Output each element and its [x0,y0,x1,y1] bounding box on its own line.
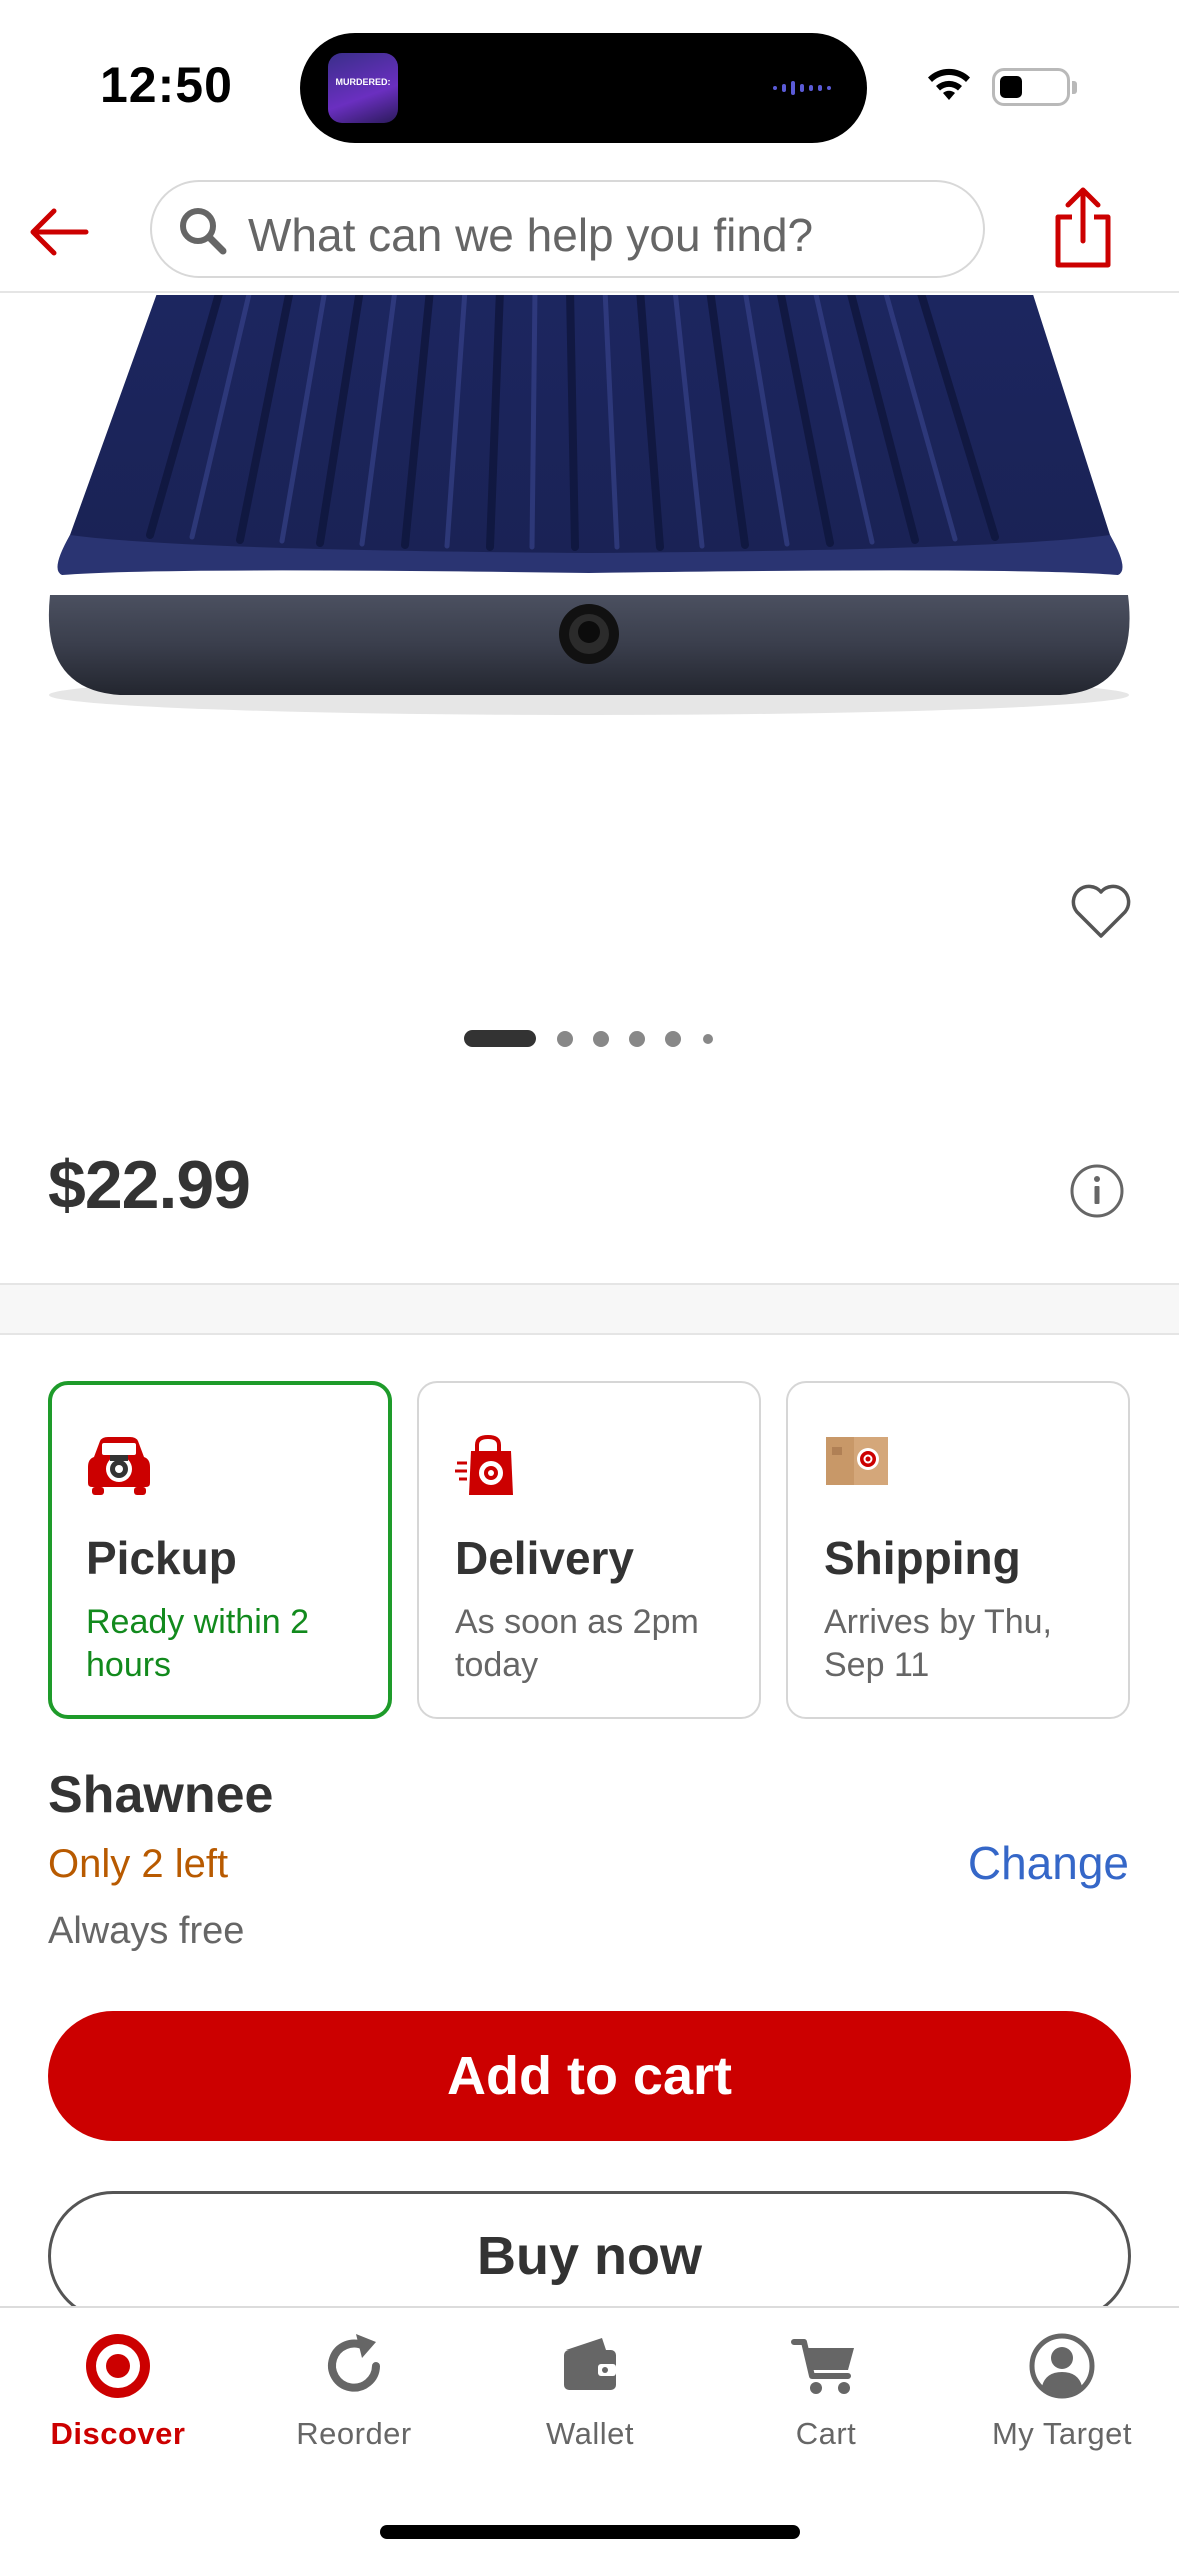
status-bar: 12:50 MURDERED: [0,0,1179,175]
stock-status: Only 2 left [48,1842,229,1886]
tab-reorder[interactable]: Reorder [236,2308,472,2458]
info-icon[interactable] [1068,1162,1126,1220]
carousel-dot[interactable] [703,1034,713,1044]
buy-now-button[interactable]: Buy now [48,2191,1131,2321]
live-activity-artwork: MURDERED: [328,53,398,123]
bottom-tab-bar: Discover Reorder Wallet Cart My Target [0,2306,1179,2556]
fulfillment-option-delivery[interactable]: Delivery As soon as 2pm today [417,1381,761,1719]
store-name: Shawnee [48,1766,274,1824]
dynamic-island[interactable]: MURDERED: [300,33,867,143]
back-arrow-icon[interactable] [24,197,94,267]
option-subtitle: Ready within 2 hours [86,1603,310,1684]
section-divider [0,1283,1179,1335]
account-icon [1029,2333,1095,2399]
audio-waveform-icon [773,81,831,95]
search-placeholder: What can we help you find? [248,209,814,261]
carousel-dot[interactable] [629,1031,645,1047]
top-nav: What can we help you find? [0,175,1179,293]
product-price: $22.99 [48,1147,251,1223]
option-title: Pickup [86,1532,237,1584]
home-indicator[interactable] [380,2525,800,2539]
wifi-icon [928,68,970,100]
cart-icon [791,2339,854,2394]
target-bullseye-icon [86,2334,150,2398]
carousel-dot[interactable] [665,1031,681,1047]
option-title: Shipping [824,1532,1021,1584]
carousel-dot-active[interactable] [464,1030,536,1047]
tab-label: Cart [795,2416,857,2451]
carousel-dot[interactable] [593,1031,609,1047]
search-icon [180,208,227,255]
tab-label: Discover [50,2416,186,2451]
reorder-icon [328,2334,380,2392]
option-title: Delivery [455,1532,635,1584]
battery-icon [992,68,1077,106]
live-activity-art-text: MURDERED: [335,77,391,87]
tab-wallet[interactable]: Wallet [472,2308,708,2458]
wallet-icon [564,2338,616,2390]
tab-cart[interactable]: Cart [708,2308,944,2458]
favorite-heart-icon[interactable] [1068,880,1134,940]
fulfillment-option-shipping[interactable]: Shipping Arrives by Thu, Sep 11 [786,1381,1130,1719]
fulfillment-option-pickup[interactable]: Pickup Ready within 2 hours [48,1381,392,1719]
shipping-box-icon [826,1437,888,1485]
image-carousel-indicator [0,1028,1179,1048]
tab-discover[interactable]: Discover [0,2308,236,2458]
add-to-cart-button[interactable]: Add to cart [48,2011,1131,2141]
pickup-fee-note: Always free [48,1910,245,1952]
status-time: 12:50 [100,57,233,113]
shopping-bag-icon [455,1434,513,1495]
product-image[interactable] [0,295,1179,975]
share-icon[interactable] [1050,185,1116,271]
tab-my-target[interactable]: My Target [944,2308,1179,2458]
search-input[interactable]: What can we help you find? [150,180,985,278]
car-pickup-icon [88,1437,150,1495]
tab-label: My Target [991,2416,1133,2451]
option-subtitle: As soon as 2pm today [455,1603,699,1684]
change-store-link[interactable]: Change [968,1836,1129,1890]
carousel-dot[interactable] [557,1031,573,1047]
tab-label: Wallet [546,2416,634,2451]
air-mattress-image [48,295,1130,715]
tab-label: Reorder [296,2416,412,2451]
option-subtitle: Arrives by Thu, Sep 11 [824,1603,1053,1684]
